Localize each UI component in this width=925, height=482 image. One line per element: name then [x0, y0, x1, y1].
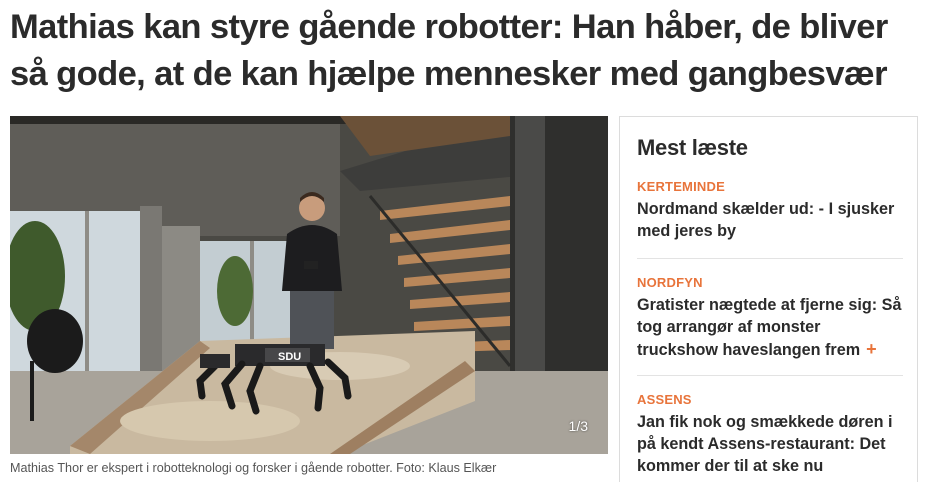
image-caption: Mathias Thor er ekspert i robotteknologi…: [10, 461, 497, 475]
article-headline: Mathias kan styre gående robotter: Han h…: [10, 8, 888, 93]
divider: [637, 375, 903, 376]
item-title[interactable]: Nordmand skælder ud: - I sjusker med jer…: [637, 198, 903, 242]
gallery-counter: 1/3: [568, 418, 588, 434]
photo-gallery[interactable]: SDU 1/3: [10, 116, 608, 454]
article-photo[interactable]: SDU: [10, 116, 608, 454]
item-title-text[interactable]: Gratister nægtede at fjerne sig: Så tog …: [637, 296, 901, 359]
item-category[interactable]: KERTEMINDE: [637, 179, 903, 194]
plus-subscriber-icon: +: [866, 339, 877, 359]
item-title[interactable]: Jan fik nok og smækkede døren i på kendt…: [637, 411, 903, 477]
item-category[interactable]: NORDFYN: [637, 275, 903, 290]
most-read-item[interactable]: ASSENS Jan fik nok og smækkede døren i p…: [637, 392, 903, 477]
robot-brand-text: SDU: [278, 351, 301, 363]
item-title[interactable]: Gratister nægtede at fjerne sig: Så tog …: [637, 294, 903, 361]
most-read-title: Mest læste: [637, 135, 748, 160]
item-category[interactable]: ASSENS: [637, 392, 903, 407]
divider: [637, 258, 903, 259]
most-read-item[interactable]: KERTEMINDE Nordmand skælder ud: - I sjus…: [637, 179, 903, 242]
most-read-panel: Mest læste KERTEMINDE Nordmand skælder u…: [619, 116, 918, 482]
most-read-item[interactable]: NORDFYN Gratister nægtede at fjerne sig:…: [637, 275, 903, 361]
